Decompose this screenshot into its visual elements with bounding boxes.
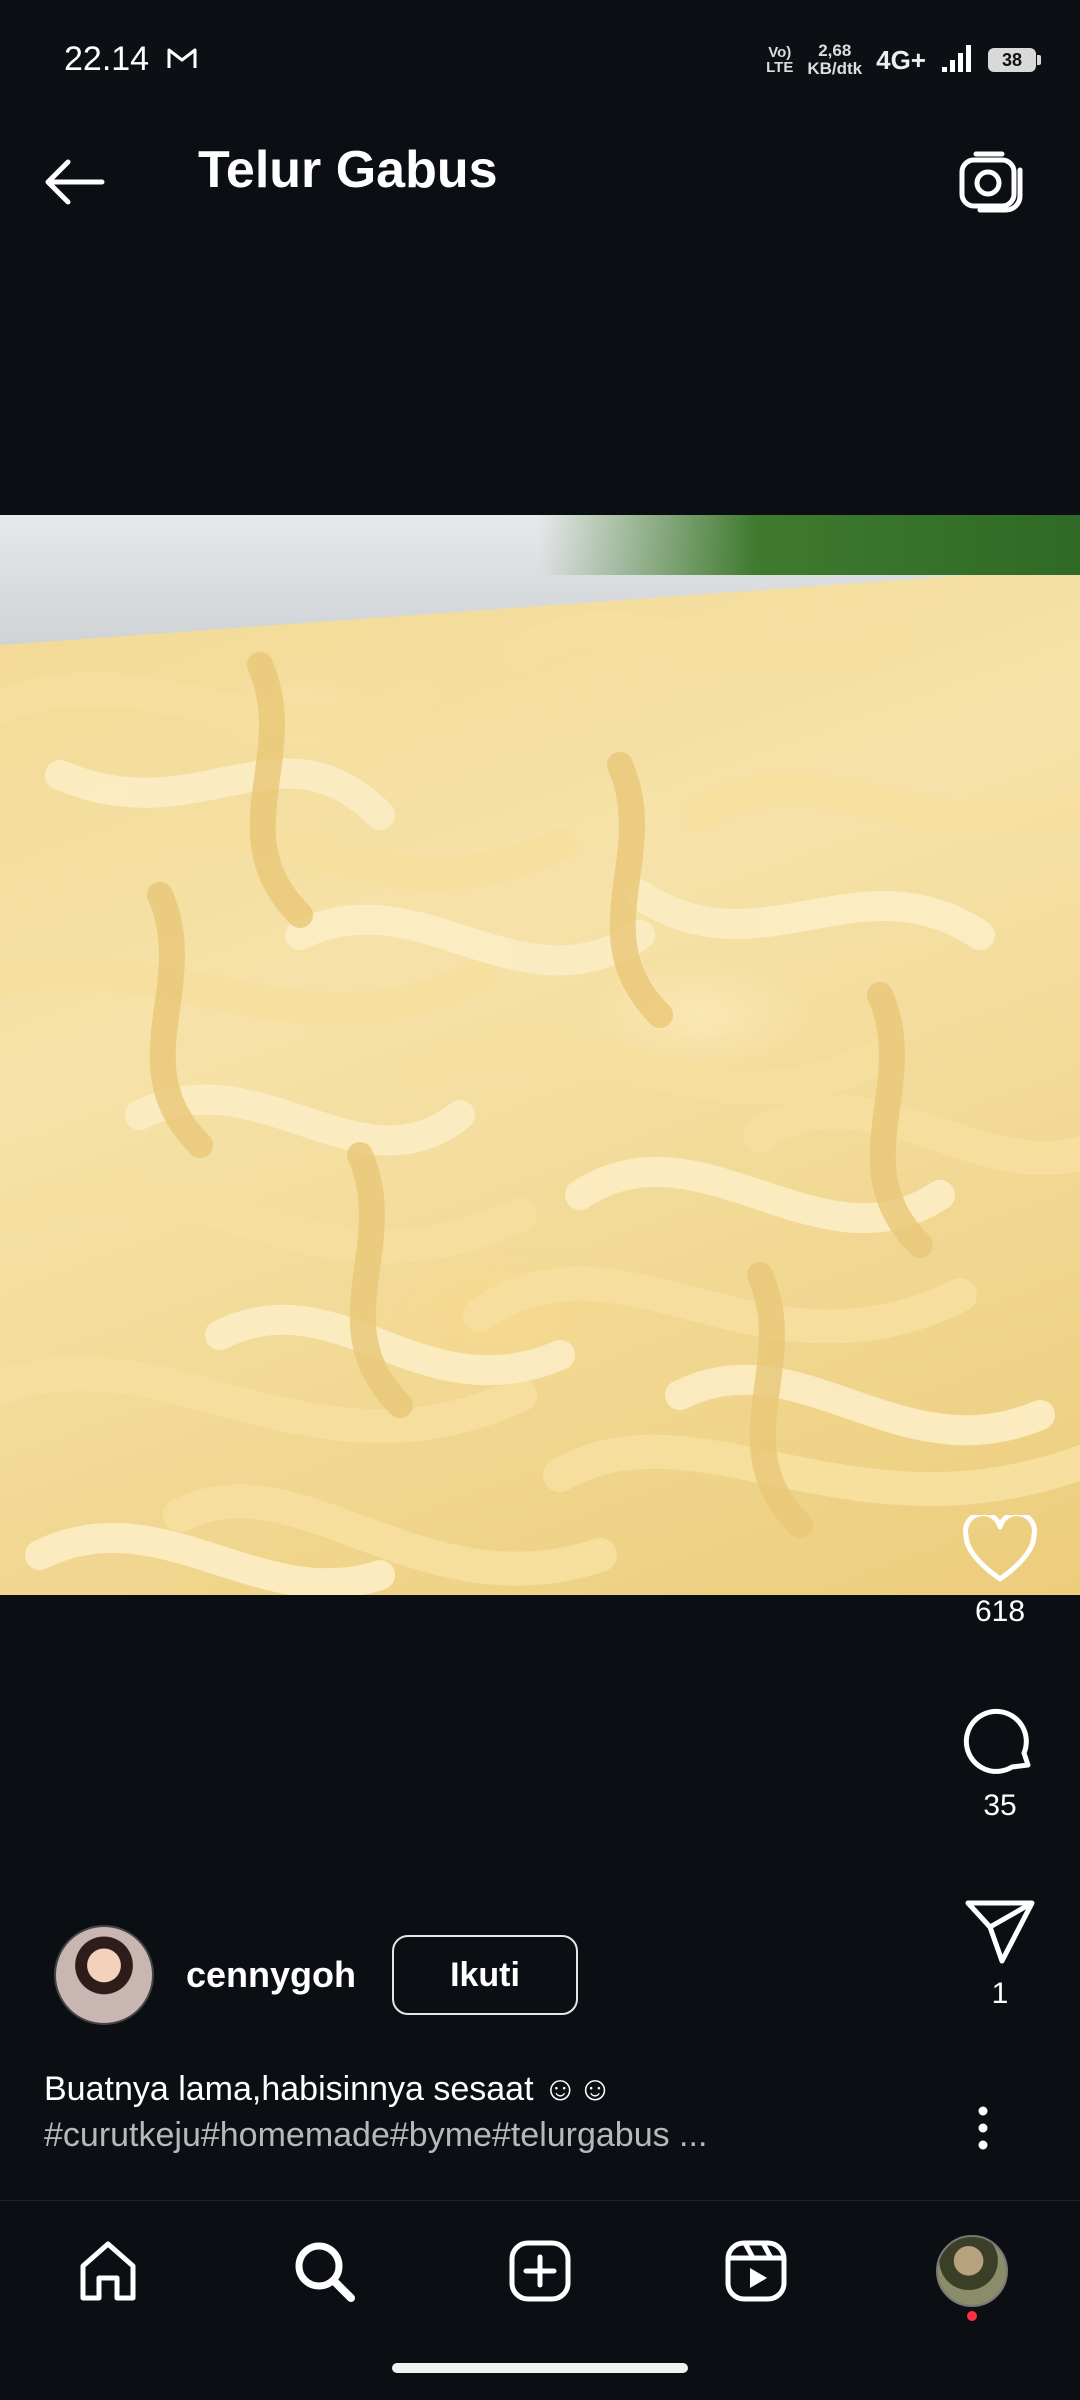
comment-count[interactable]: 35: [920, 1789, 1080, 1823]
search-icon: [295, 2242, 355, 2302]
nav-search[interactable]: [216, 2201, 432, 2341]
create-icon: [509, 2240, 571, 2302]
status-bar: 22.14 Vo) LTE 2,68 KB/dtk 4G+ 38: [0, 0, 1080, 92]
share-icon: [965, 1900, 1035, 1964]
page-title: Telur Gabus: [198, 141, 498, 199]
post-image[interactable]: [0, 515, 1080, 1595]
caption-text: Buatnya lama,habisinnya sesaat ☺☺: [44, 2070, 613, 2108]
profile-avatar: [936, 2235, 1008, 2321]
like-action: 618: [920, 1515, 1080, 1629]
gmail-icon: [166, 46, 198, 75]
like-count[interactable]: 618: [920, 1595, 1080, 1629]
comment-action: 35: [920, 1703, 1080, 1823]
nav-home[interactable]: [0, 2201, 216, 2341]
bottom-nav: [0, 2200, 1080, 2341]
author-username[interactable]: cennygoh: [186, 1954, 356, 1996]
top-app-bar: Telur Gabus: [0, 92, 1080, 252]
share-action: 1: [920, 1897, 1080, 2011]
nav-profile[interactable]: [864, 2201, 1080, 2341]
comment-icon: [963, 1708, 1031, 1774]
back-arrow-icon: [45, 159, 105, 205]
network-speed: 2,68 KB/dtk: [807, 42, 862, 78]
caption-hashtags[interactable]: #curutkeju#homemade#byme#telurgabus ...: [44, 2112, 924, 2158]
camera-button[interactable]: [952, 142, 1032, 222]
status-indicators: Vo) LTE 2,68 KB/dtk 4G+ 38: [766, 38, 1041, 82]
caption[interactable]: Buatnya lama,habisinnya sesaat ☺☺ #curut…: [44, 2066, 924, 2158]
share-button[interactable]: [920, 1897, 1080, 1967]
heart-icon: [963, 1515, 1037, 1582]
snack-strands: [0, 612, 1080, 1595]
battery-indicator: 38: [988, 48, 1041, 72]
network-type: 4G+: [876, 44, 926, 75]
speed-value: 2,68: [818, 41, 852, 60]
status-time: 22.14: [64, 40, 150, 78]
camera-icon: [959, 151, 1023, 213]
follow-button[interactable]: Ikuti: [392, 1935, 579, 2015]
home-indicator[interactable]: [392, 2363, 688, 2373]
notification-dot: [967, 2311, 977, 2321]
comment-button[interactable]: [920, 1703, 1080, 1779]
back-button[interactable]: [36, 142, 116, 222]
share-count: 1: [991, 1977, 1009, 2010]
nav-reels[interactable]: [648, 2201, 864, 2341]
home-icon: [80, 2241, 136, 2301]
author-row: cennygoh Ikuti: [54, 1925, 579, 2025]
signal-icon: [940, 43, 974, 78]
nav-create[interactable]: [432, 2201, 648, 2341]
more-options-button[interactable]: [930, 2098, 1036, 2158]
lte-label: LTE: [766, 59, 794, 76]
author-avatar[interactable]: [54, 1925, 154, 2025]
volte-indicator: Vo) LTE: [766, 45, 793, 75]
more-vertical-icon: [978, 2106, 988, 2150]
reels-icon: [725, 2240, 787, 2302]
volte-label: Vo): [768, 44, 792, 61]
speed-unit: KB/dtk: [807, 59, 863, 78]
like-button[interactable]: [920, 1515, 1080, 1585]
